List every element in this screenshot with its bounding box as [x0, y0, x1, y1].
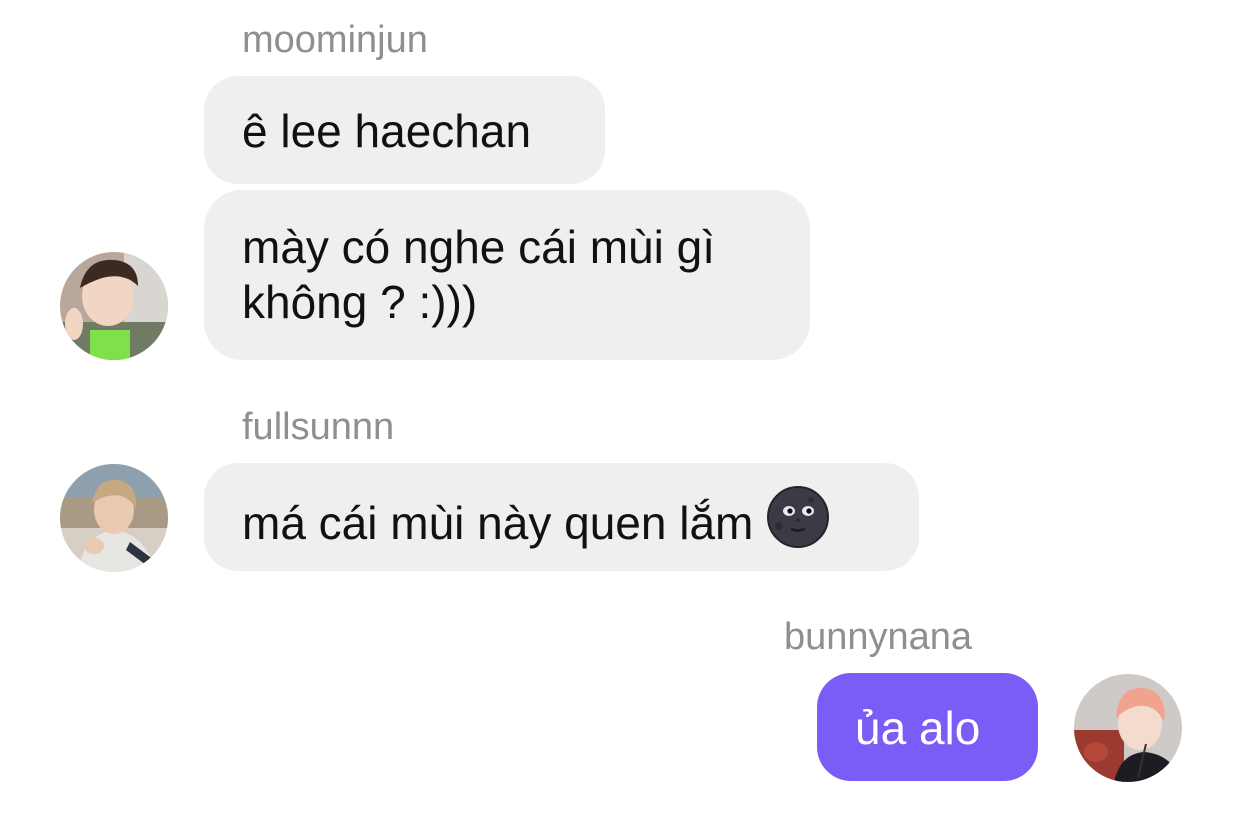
user-avatar-icon — [1074, 674, 1182, 782]
message-text-line: mày có nghe cái mùi gì — [242, 221, 716, 273]
message-bubble[interactable]: mày có nghe cái mùi gì không ? :))) — [204, 190, 810, 360]
avatar[interactable] — [60, 252, 168, 360]
message-text-line: không ? :))) — [242, 276, 478, 328]
sender-name: bunnynana — [784, 616, 973, 658]
avatar[interactable] — [60, 464, 168, 572]
message-bubble[interactable]: ủa alo — [817, 673, 1038, 781]
avatar[interactable] — [1074, 674, 1182, 782]
message-bubble[interactable]: má cái mùi này quen lắm — [204, 463, 919, 571]
user-avatar-icon — [60, 252, 168, 360]
message-text: ê lee haechan — [242, 105, 532, 157]
sender-name: fullsunnn — [242, 406, 395, 448]
message-bubble[interactable]: ê lee haechan — [204, 76, 605, 184]
user-avatar-icon — [60, 464, 168, 572]
message-text: má cái mùi này quen lắm — [242, 497, 754, 550]
sender-name: moominjun — [242, 19, 428, 61]
message-text: ủa alo — [855, 702, 981, 754]
new-moon-face-icon — [767, 486, 830, 560]
